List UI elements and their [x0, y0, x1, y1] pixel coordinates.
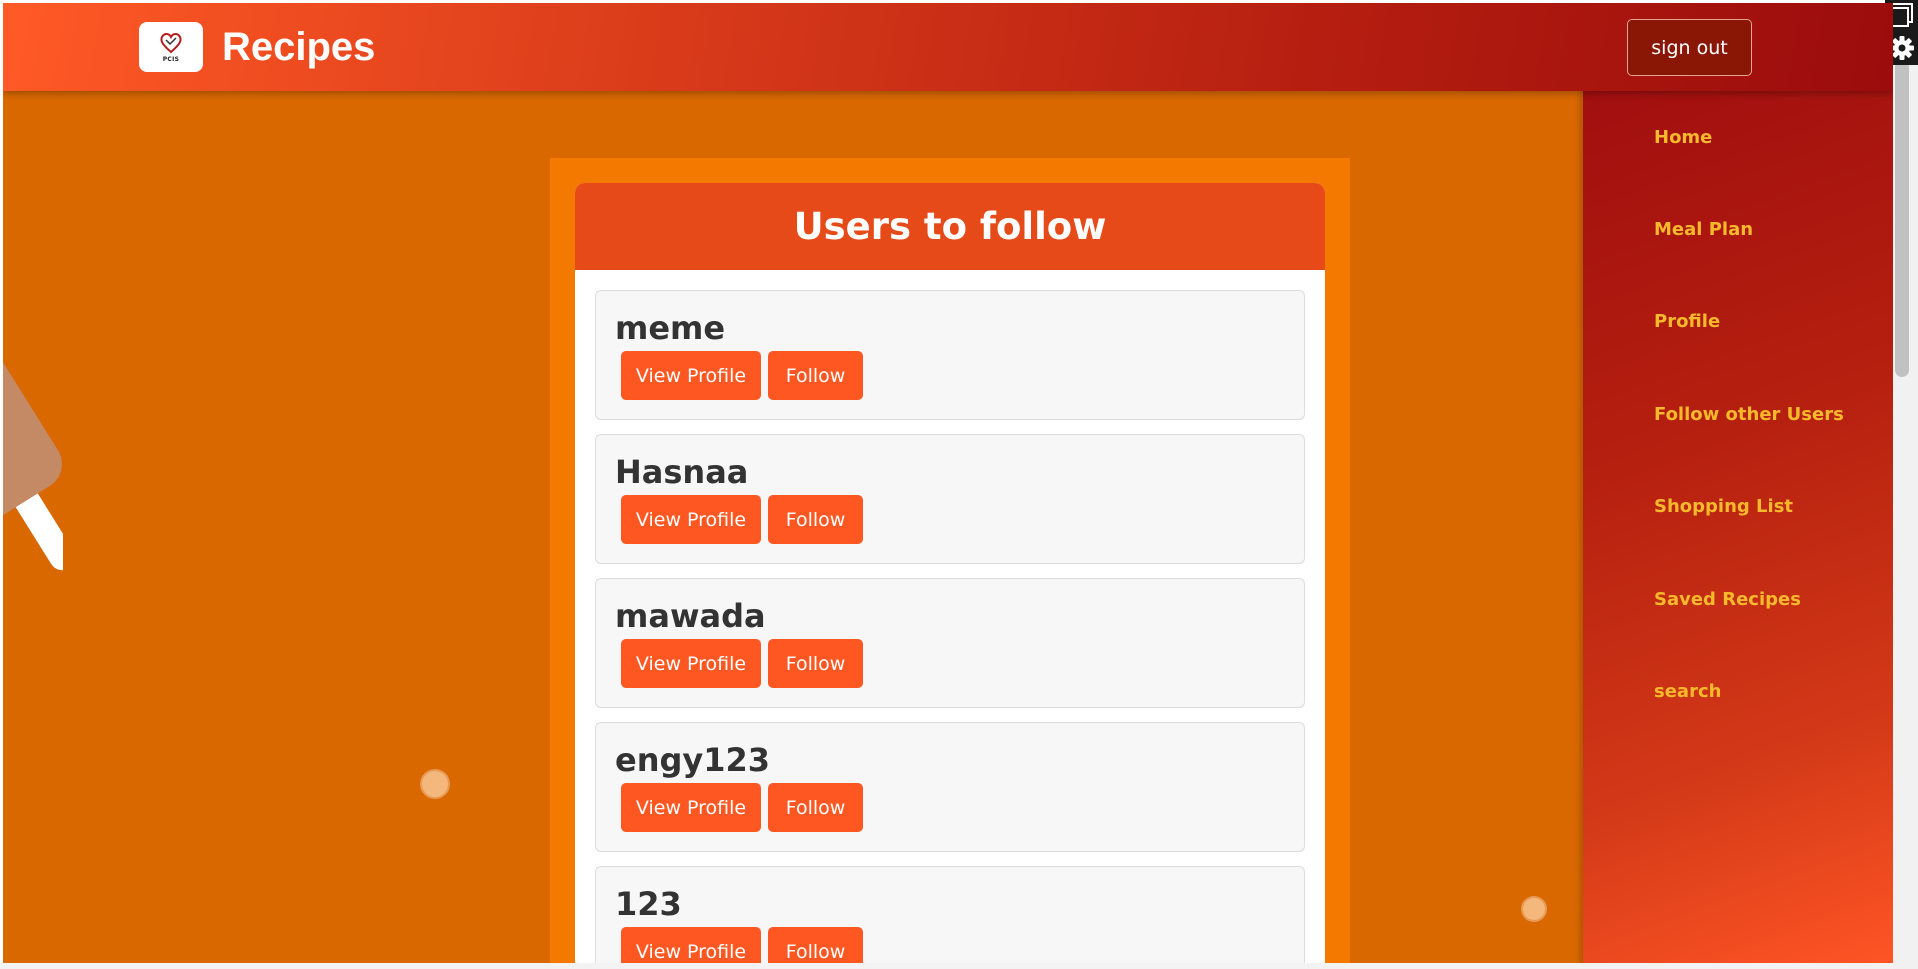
heart-logo-icon	[160, 33, 182, 54]
user-list-item: 123 View Profile Follow	[595, 866, 1305, 966]
users-card: Users to follow meme View Profile Follow…	[575, 183, 1325, 966]
sidebar-item-saved-recipes[interactable]: Saved Recipes	[1654, 589, 1801, 610]
user-list-item: mawada View Profile Follow	[595, 578, 1305, 708]
logo-text: PCIS	[162, 56, 180, 63]
follow-button[interactable]: Follow	[768, 351, 863, 400]
scrollbar-thumb[interactable]	[1895, 60, 1909, 377]
horizontal-scrollbar[interactable]	[0, 963, 1893, 969]
app-logo[interactable]: PCIS	[139, 22, 203, 72]
user-name: meme	[615, 309, 726, 347]
sidebar: Home Meal Plan Profile Follow other User…	[1583, 91, 1893, 966]
view-profile-button[interactable]: View Profile	[621, 495, 761, 544]
follow-button[interactable]: Follow	[768, 639, 863, 688]
sidebar-item-profile[interactable]: Profile	[1654, 311, 1720, 332]
page-title: Users to follow	[793, 205, 1107, 248]
view-profile-button[interactable]: View Profile	[621, 639, 761, 688]
follow-button[interactable]: Follow	[768, 495, 863, 544]
follow-button[interactable]: Follow	[768, 783, 863, 832]
user-name: Hasnaa	[615, 453, 749, 491]
user-list-item: engy123 View Profile Follow	[595, 722, 1305, 852]
sidebar-item-shopping-list[interactable]: Shopping List	[1654, 496, 1793, 517]
decorative-dot	[1521, 896, 1547, 922]
user-list-item: Hasnaa View Profile Follow	[595, 434, 1305, 564]
popsicle-decoration	[3, 320, 63, 571]
sidebar-item-follow-other-users[interactable]: Follow other Users	[1654, 404, 1844, 425]
sidebar-item-search[interactable]: search	[1654, 681, 1721, 702]
sidebar-item-meal-plan[interactable]: Meal Plan	[1654, 219, 1753, 240]
user-name: 123	[615, 885, 682, 923]
card-header: Users to follow	[575, 183, 1325, 270]
top-header: PCIS Recipes sign out	[3, 3, 1893, 91]
sidebar-item-home[interactable]: Home	[1654, 127, 1712, 148]
sign-out-button[interactable]: sign out	[1627, 19, 1752, 76]
user-name: mawada	[615, 597, 766, 635]
users-panel: Users to follow meme View Profile Follow…	[550, 158, 1350, 966]
page: PCIS Recipes sign out Home Meal Plan Pro…	[3, 3, 1893, 966]
view-profile-button[interactable]: View Profile	[621, 351, 761, 400]
app-title: Recipes	[222, 25, 376, 69]
follow-button[interactable]: Follow	[768, 927, 863, 966]
view-profile-button[interactable]: View Profile	[621, 783, 761, 832]
user-list-item: meme View Profile Follow	[595, 290, 1305, 420]
view-profile-button[interactable]: View Profile	[621, 927, 761, 966]
user-name: engy123	[615, 741, 771, 779]
decorative-dot	[420, 769, 450, 799]
